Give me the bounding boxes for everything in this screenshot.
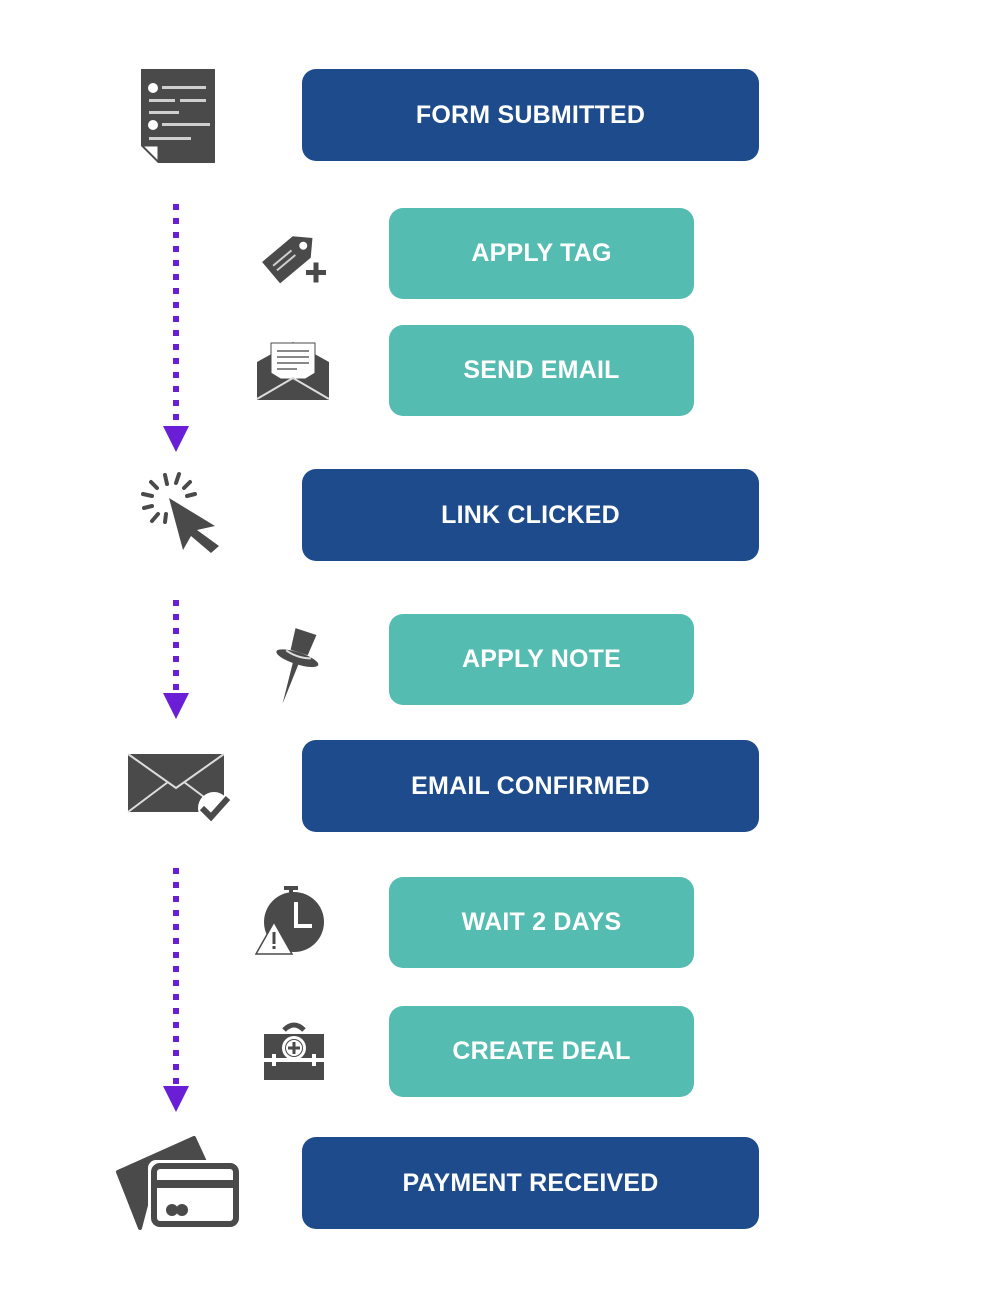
flow-arrow-3 (160, 864, 192, 1116)
tag-plus-icon (255, 220, 335, 292)
flow-arrow-1 (160, 200, 192, 455)
step-apply-tag[interactable]: APPLY TAG (389, 208, 694, 299)
form-document-icon (138, 67, 218, 165)
envelope-check-icon (126, 752, 236, 824)
step-form-submitted[interactable]: FORM SUBMITTED (302, 69, 759, 161)
step-send-email[interactable]: SEND EMAIL (389, 325, 694, 416)
open-envelope-icon (255, 340, 331, 402)
pushpin-icon (265, 626, 325, 706)
step-wait-2-days[interactable]: WAIT 2 DAYS (389, 877, 694, 968)
briefcase-plus-icon (260, 1020, 328, 1082)
step-apply-note[interactable]: APPLY NOTE (389, 614, 694, 705)
stopwatch-warning-icon (254, 884, 328, 956)
step-email-confirmed[interactable]: EMAIL CONFIRMED (302, 740, 759, 832)
credit-cards-icon (110, 1132, 245, 1232)
step-link-clicked[interactable]: LINK CLICKED (302, 469, 759, 561)
flow-arrow-2 (160, 596, 192, 722)
step-create-deal[interactable]: CREATE DEAL (389, 1006, 694, 1097)
cursor-click-icon (135, 470, 225, 555)
step-payment-received[interactable]: PAYMENT RECEIVED (302, 1137, 759, 1229)
